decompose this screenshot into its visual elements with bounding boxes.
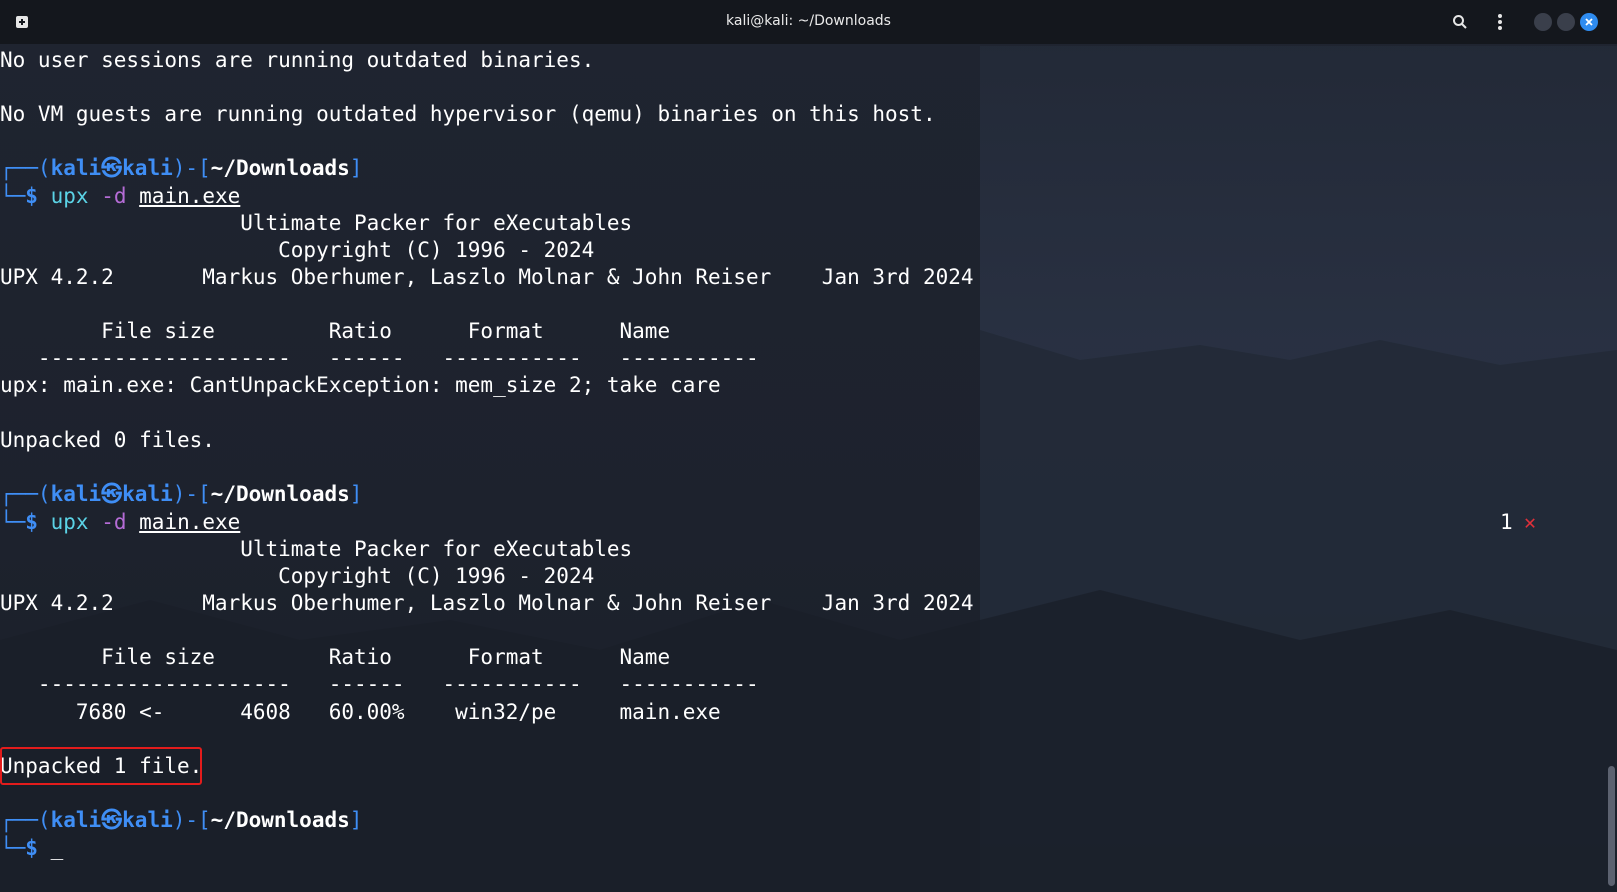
prompt-frame: ] — [349, 482, 363, 506]
prompt-frame: )-[ — [172, 482, 211, 506]
menu-dots-icon[interactable] — [1488, 10, 1512, 34]
command-flag: -d — [101, 510, 127, 534]
table-header: File size Ratio Format Name — [0, 645, 671, 669]
command-arg: main.exe — [139, 184, 241, 208]
output-line: Ultimate Packer for eXecutables — [0, 537, 633, 561]
prompt-frame: ┌──( — [0, 156, 51, 180]
output-line: Ultimate Packer for eXecutables — [0, 211, 633, 235]
prompt-cwd: ~/Downloads — [210, 156, 350, 180]
prompt-frame: ] — [349, 156, 363, 180]
prompt-frame: └─ — [0, 184, 26, 208]
output-line: upx: main.exe: CantUnpackException: mem_… — [0, 373, 721, 397]
prompt-at: ㉿ — [101, 482, 123, 506]
prompt-user: kali — [50, 482, 102, 506]
command-name: upx — [50, 510, 89, 534]
window-title: kali@kali: ~/Downloads — [726, 13, 891, 29]
prompt-cwd: ~/Downloads — [210, 482, 350, 506]
prompt-line: ┌──(kali㉿kali)-[~/Downloads] — [0, 154, 362, 182]
prompt-host: kali — [122, 482, 173, 506]
output-line: Unpacked 0 files. — [0, 428, 215, 452]
close-icon — [1585, 18, 1593, 26]
maximize-button[interactable] — [1557, 13, 1575, 31]
table-row: 7680 <- 4608 60.00% win32/pe main.exe — [0, 700, 721, 724]
minimize-button[interactable] — [1534, 13, 1552, 31]
prompt-user: kali — [50, 156, 102, 180]
prompt-frame: ┌──( — [0, 482, 51, 506]
command-line: └─$ upx -d main.exe — [0, 182, 240, 210]
output-line: No VM guests are running outdated hyperv… — [0, 102, 936, 126]
terminal-window: kali@kali: ~/Downloads No user sessions … — [0, 0, 1617, 892]
output-line: Copyright (C) 1996 - 2024 — [0, 564, 595, 588]
table-divider: -------------------- ------ ----------- … — [0, 346, 759, 370]
prompt-dollar: $ — [25, 184, 38, 208]
exit-code: 1 — [1500, 510, 1513, 534]
title-bar: kali@kali: ~/Downloads — [0, 0, 1617, 44]
table-divider: -------------------- ------ ----------- … — [0, 672, 759, 696]
text-cursor: _ — [50, 836, 64, 860]
command-arg: main.exe — [139, 510, 241, 534]
prompt-frame: └─ — [0, 510, 26, 534]
scrollbar-thumb[interactable] — [1608, 766, 1615, 886]
error-x-icon: ✕ — [1524, 510, 1537, 534]
prompt-at: ㉿ — [101, 808, 123, 832]
output-line: UPX 4.2.2 Markus Oberhumer, Laszlo Molna… — [0, 591, 974, 615]
prompt-host: kali — [122, 156, 173, 180]
prompt-frame: ┌──( — [0, 808, 51, 832]
terminal-output[interactable]: No user sessions are running outdated bi… — [0, 46, 1605, 892]
output-line: No user sessions are running outdated bi… — [0, 48, 595, 72]
prompt-frame: ] — [349, 808, 363, 832]
prompt-frame: )-[ — [172, 808, 211, 832]
prompt-frame: └─ — [0, 836, 26, 860]
command-line: └─$ upx -d main.exe — [0, 508, 240, 536]
command-flag: -d — [101, 184, 127, 208]
prompt-at: ㉿ — [101, 156, 123, 180]
highlight-annotation — [0, 747, 202, 785]
command-name: upx — [50, 184, 89, 208]
table-header: File size Ratio Format Name — [0, 319, 671, 343]
output-line: Copyright (C) 1996 - 2024 — [0, 238, 595, 262]
output-line: UPX 4.2.2 Markus Oberhumer, Laszlo Molna… — [0, 265, 974, 289]
prompt-frame: )-[ — [172, 156, 211, 180]
prompt-dollar: $ — [25, 836, 38, 860]
search-icon[interactable] — [1448, 10, 1472, 34]
prompt-cwd: ~/Downloads — [210, 808, 350, 832]
close-button[interactable] — [1580, 13, 1598, 31]
command-line[interactable]: └─$ _ — [0, 834, 63, 862]
prompt-user: kali — [50, 808, 102, 832]
prompt-dollar: $ — [25, 510, 38, 534]
prompt-line: ┌──(kali㉿kali)-[~/Downloads] — [0, 480, 362, 508]
scrollbar[interactable] — [1605, 46, 1617, 892]
prompt-line: ┌──(kali㉿kali)-[~/Downloads] — [0, 806, 362, 834]
prompt-host: kali — [122, 808, 173, 832]
